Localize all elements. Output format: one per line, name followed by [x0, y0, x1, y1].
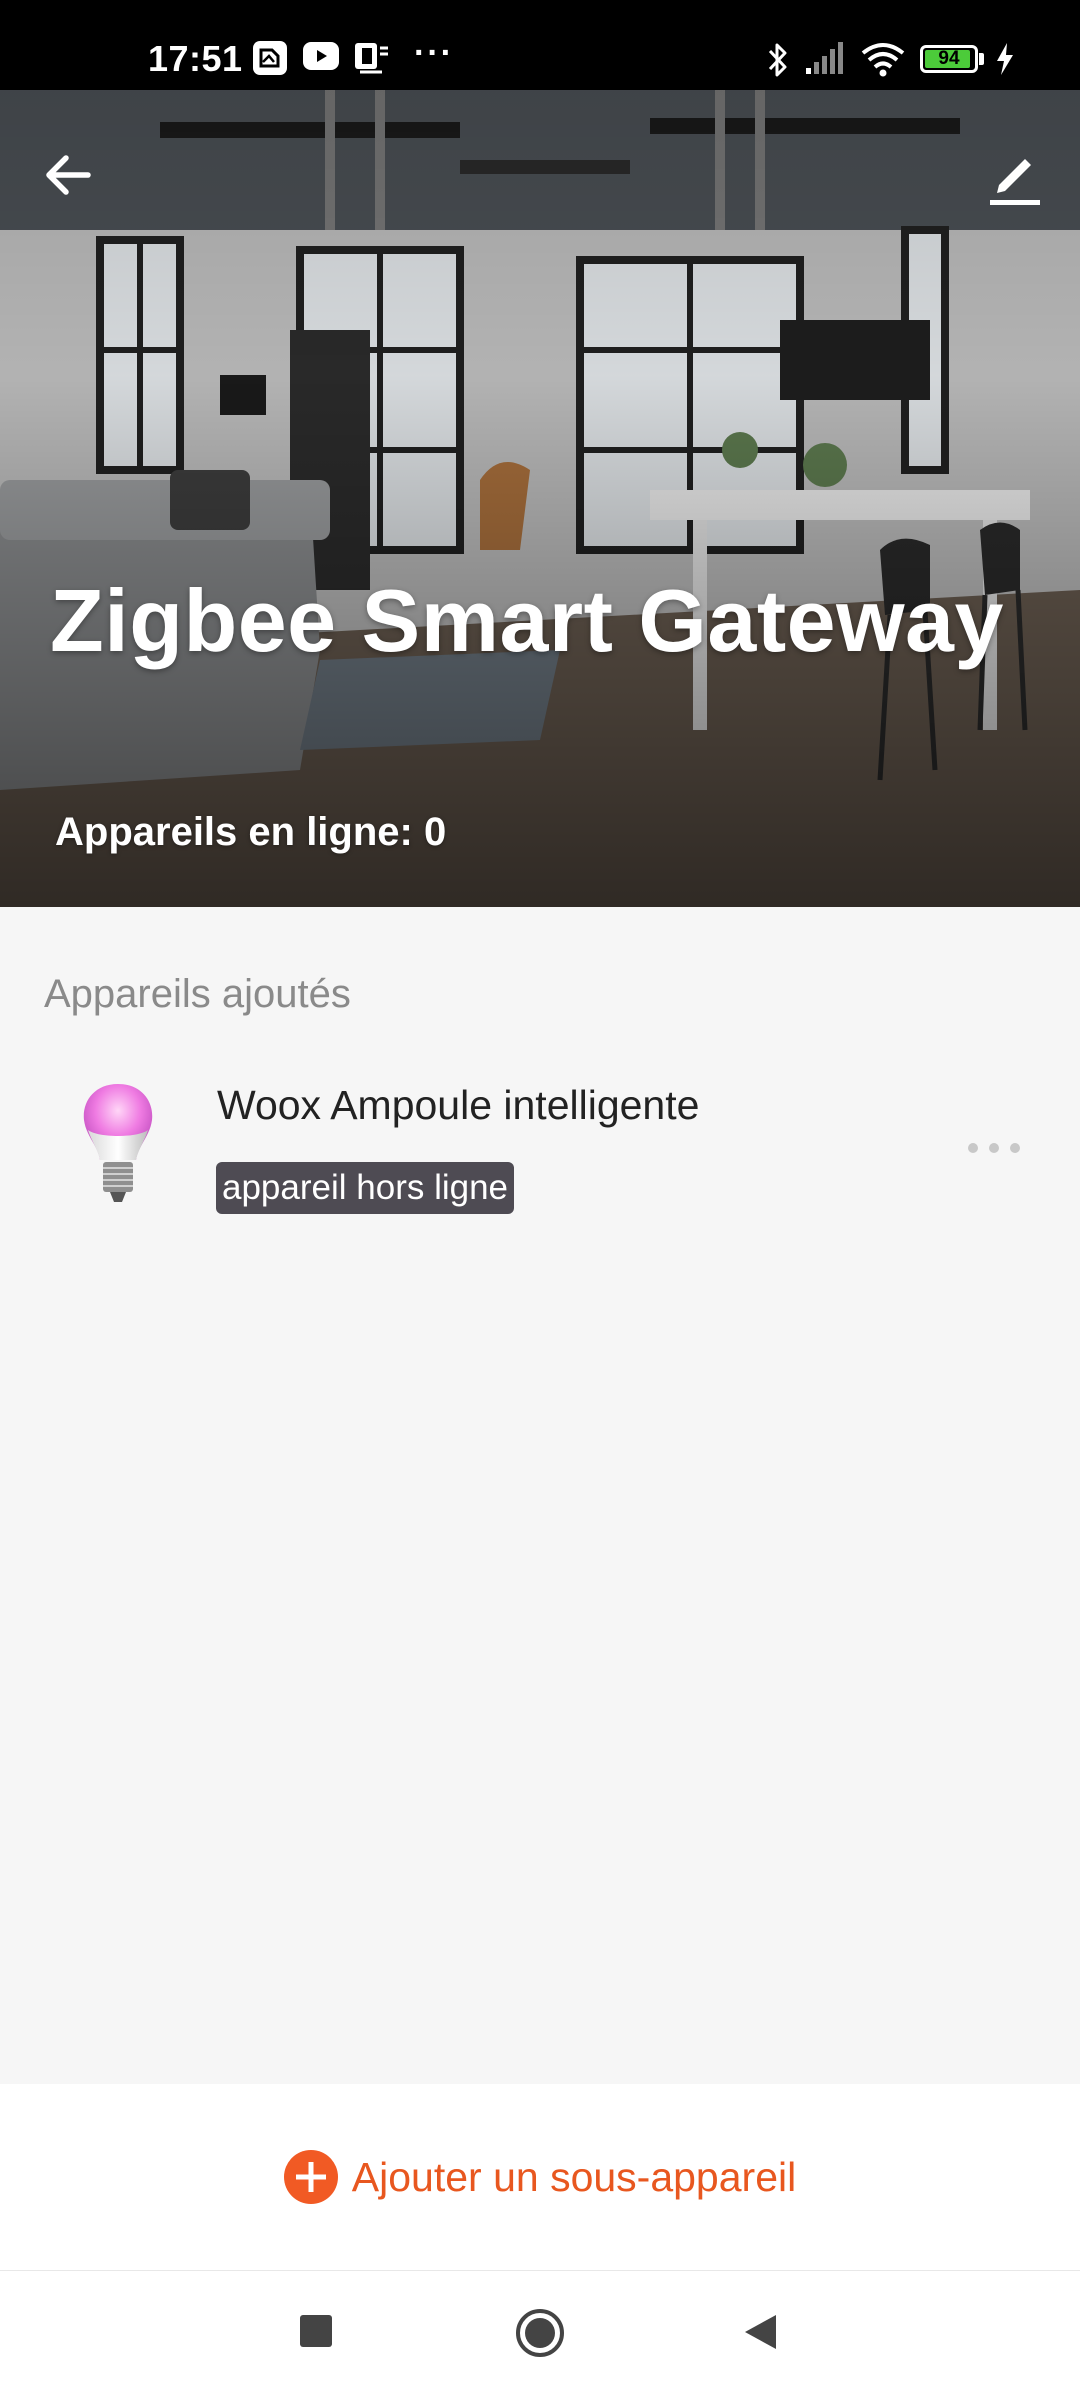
plus-circle-icon: [283, 2150, 338, 2204]
back-button[interactable]: [36, 140, 106, 210]
more-dot-icon: [968, 1143, 978, 1153]
gateway-title: Zigbee Smart Gateway: [50, 571, 1004, 670]
add-subdevice-content: Ajouter un sous-appareil: [0, 2084, 1080, 2270]
more-notifications-indicator: ···: [414, 34, 454, 72]
device-more-button[interactable]: [960, 1128, 1030, 1168]
back-nav-button[interactable]: [742, 2313, 778, 2356]
phone-sync-icon: [355, 43, 388, 74]
home-circle-icon: [516, 2309, 564, 2357]
add-subdevice-label: Ajouter un sous-appareil: [351, 2153, 797, 2200]
home-button[interactable]: [514, 2307, 566, 2364]
arrow-left-icon: [46, 155, 91, 195]
back-triangle-icon: [745, 2315, 776, 2349]
gateway-header: Zigbee Smart Gateway Appareils en ligne:…: [0, 90, 1080, 907]
battery-percentage: 94: [938, 48, 960, 69]
youtube-icon: [303, 42, 339, 70]
edit-button[interactable]: [980, 140, 1050, 210]
bluetooth-icon: [768, 43, 787, 77]
system-navigation-bar: [0, 2271, 1080, 2400]
recents-button[interactable]: [298, 2313, 334, 2354]
online-devices-count: Appareils en ligne: 0: [55, 810, 447, 854]
charging-icon: [997, 43, 1013, 75]
more-dot-icon: [1010, 1143, 1020, 1153]
device-list-item[interactable]: Woox Ampoule intelligente appareil hors …: [0, 1040, 1080, 1240]
more-dot-icon: [989, 1143, 999, 1153]
header-overlay: [0, 90, 1080, 907]
status-bar: 17:51 ··· 94: [0, 0, 1080, 90]
added-devices-heading: Appareils ajoutés: [44, 972, 351, 1016]
battery-icon: 94: [920, 45, 978, 73]
device-name: Woox Ampoule intelligente: [217, 1082, 700, 1128]
wifi-icon: [861, 43, 905, 77]
recents-square-icon: [300, 2315, 332, 2347]
bulb-icon: [83, 1084, 153, 1202]
pencil-icon: [990, 159, 1040, 205]
status-time: 17:51: [148, 38, 243, 79]
battery-tip: [979, 53, 984, 65]
signal-icon: [806, 42, 843, 74]
device-status-badge: appareil hors ligne: [216, 1162, 515, 1214]
add-subdevice-button[interactable]: Ajouter un sous-appareil: [0, 2084, 1080, 2271]
gallery-icon: [253, 41, 287, 75]
